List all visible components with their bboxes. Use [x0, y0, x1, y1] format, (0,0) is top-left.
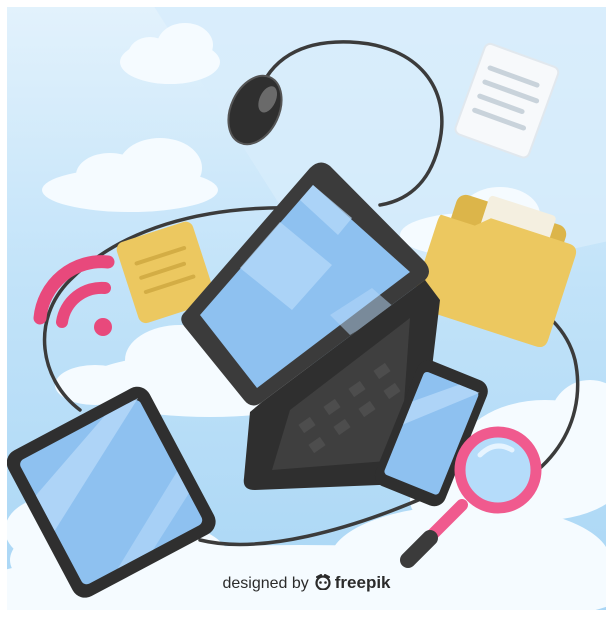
credit-brand: freepik [334, 573, 391, 592]
illustration [5, 5, 608, 612]
freepik-logo-icon [314, 574, 332, 595]
credit-line: designed by freepik [0, 573, 613, 595]
credit-prefix: designed by [222, 575, 309, 592]
illustration-canvas: designed by freepik [0, 0, 613, 617]
